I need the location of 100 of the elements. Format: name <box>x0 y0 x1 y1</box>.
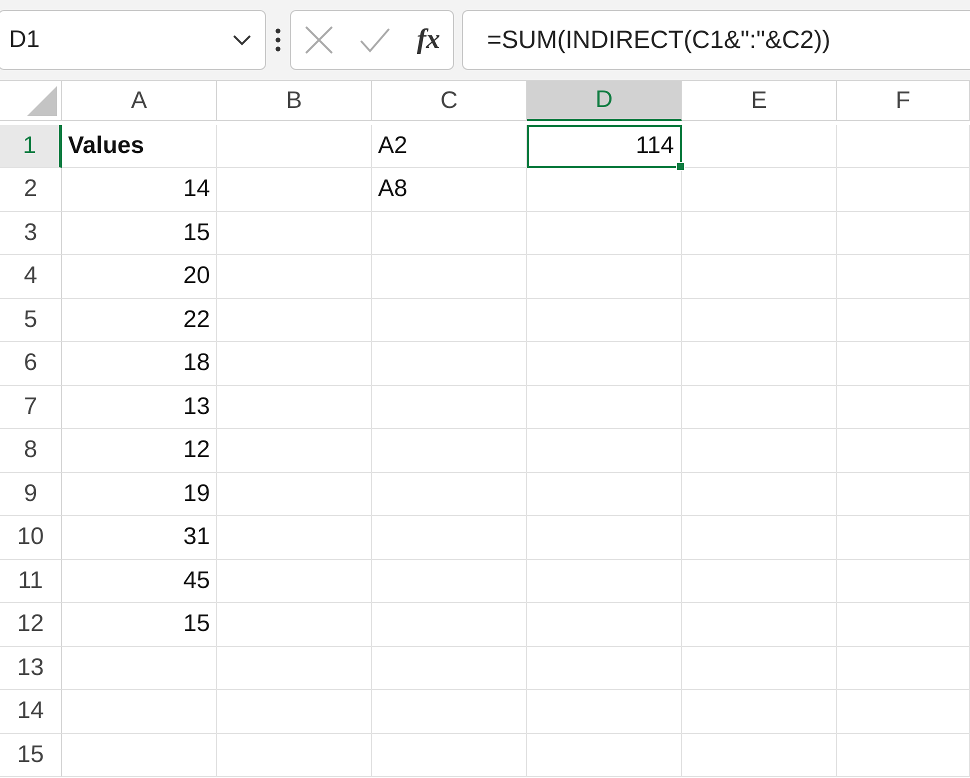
table-cell[interactable]: 31 <box>62 516 217 560</box>
row-header[interactable]: 7 <box>0 386 62 429</box>
table-cell[interactable]: 19 <box>62 472 217 516</box>
row-header[interactable]: 3 <box>0 212 62 255</box>
row-header[interactable]: 5 <box>0 298 62 342</box>
empty-cell[interactable] <box>837 516 970 560</box>
empty-cell[interactable] <box>837 560 970 603</box>
empty-cell[interactable] <box>217 690 372 734</box>
empty-cell[interactable] <box>682 560 837 603</box>
empty-cell[interactable] <box>527 429 682 472</box>
empty-cell[interactable] <box>62 734 217 777</box>
empty-cell[interactable] <box>217 472 372 516</box>
table-cell[interactable]: 45 <box>62 560 217 603</box>
table-cell[interactable]: 15 <box>62 603 217 646</box>
empty-cell[interactable] <box>682 429 837 472</box>
row-header[interactable]: 8 <box>0 429 62 472</box>
empty-cell[interactable] <box>372 603 527 646</box>
empty-cell[interactable] <box>372 734 527 777</box>
empty-cell[interactable] <box>682 690 837 734</box>
empty-cell[interactable] <box>372 516 527 560</box>
row-header[interactable]: 12 <box>0 603 62 646</box>
empty-cell[interactable] <box>217 298 372 342</box>
empty-cell[interactable] <box>837 168 970 212</box>
empty-cell[interactable] <box>62 646 217 690</box>
empty-cell[interactable] <box>527 342 682 386</box>
table-cell[interactable]: A2 <box>372 124 527 168</box>
formula-field[interactable]: =SUM(INDIRECT(C1&":"&C2)) <box>462 10 970 70</box>
empty-cell[interactable] <box>837 212 970 255</box>
empty-cell[interactable] <box>217 212 372 255</box>
empty-cell[interactable] <box>527 255 682 298</box>
empty-cell[interactable] <box>837 255 970 298</box>
table-cell[interactable]: 22 <box>62 298 217 342</box>
empty-cell[interactable] <box>682 255 837 298</box>
table-cell[interactable]: 18 <box>62 342 217 386</box>
table-cell[interactable]: 14 <box>62 168 217 212</box>
empty-cell[interactable] <box>527 516 682 560</box>
empty-cell[interactable] <box>682 168 837 212</box>
select-all-icon[interactable] <box>27 86 57 116</box>
empty-cell[interactable] <box>217 124 372 168</box>
empty-cell[interactable] <box>837 472 970 516</box>
empty-cell[interactable] <box>837 734 970 777</box>
empty-cell[interactable] <box>217 168 372 212</box>
column-header[interactable]: B <box>217 81 372 121</box>
empty-cell[interactable] <box>527 212 682 255</box>
empty-cell[interactable] <box>217 603 372 646</box>
empty-cell[interactable] <box>372 212 527 255</box>
empty-cell[interactable] <box>372 690 527 734</box>
row-header[interactable]: 10 <box>0 516 62 560</box>
empty-cell[interactable] <box>527 690 682 734</box>
empty-cell[interactable] <box>527 386 682 429</box>
check-icon[interactable] <box>359 27 392 53</box>
empty-cell[interactable] <box>682 734 837 777</box>
empty-cell[interactable] <box>682 516 837 560</box>
empty-cell[interactable] <box>372 342 527 386</box>
empty-cell[interactable] <box>837 646 970 690</box>
empty-cell[interactable] <box>217 429 372 472</box>
empty-cell[interactable] <box>217 386 372 429</box>
table-cell[interactable]: 13 <box>62 386 217 429</box>
table-cell[interactable]: 15 <box>62 212 217 255</box>
empty-cell[interactable] <box>217 560 372 603</box>
empty-cell[interactable] <box>837 690 970 734</box>
empty-cell[interactable] <box>837 603 970 646</box>
empty-cell[interactable] <box>62 690 217 734</box>
name-box[interactable]: D1 <box>0 10 266 70</box>
empty-cell[interactable] <box>527 646 682 690</box>
row-header[interactable]: 4 <box>0 255 62 298</box>
empty-cell[interactable] <box>682 298 837 342</box>
table-cell[interactable]: Values <box>62 124 217 168</box>
empty-cell[interactable] <box>527 603 682 646</box>
empty-cell[interactable] <box>372 646 527 690</box>
empty-cell[interactable] <box>372 255 527 298</box>
empty-cell[interactable] <box>372 429 527 472</box>
table-cell[interactable]: 12 <box>62 429 217 472</box>
row-header[interactable]: 11 <box>0 560 62 603</box>
empty-cell[interactable] <box>217 734 372 777</box>
empty-cell[interactable] <box>217 516 372 560</box>
chevron-down-icon[interactable] <box>233 34 251 46</box>
empty-cell[interactable] <box>527 734 682 777</box>
empty-cell[interactable] <box>372 386 527 429</box>
row-header[interactable]: 13 <box>0 646 62 690</box>
table-cell[interactable]: 114 <box>527 124 682 168</box>
empty-cell[interactable] <box>682 342 837 386</box>
row-header[interactable]: 1 <box>0 124 62 168</box>
row-header[interactable]: 14 <box>0 690 62 734</box>
empty-cell[interactable] <box>837 429 970 472</box>
row-header[interactable]: 9 <box>0 472 62 516</box>
fill-handle[interactable] <box>676 162 685 171</box>
empty-cell[interactable] <box>527 168 682 212</box>
row-header[interactable]: 15 <box>0 734 62 777</box>
empty-cell[interactable] <box>372 560 527 603</box>
column-header[interactable]: C <box>372 81 527 121</box>
more-icon[interactable] <box>274 28 282 52</box>
empty-cell[interactable] <box>682 212 837 255</box>
table-cell[interactable]: 20 <box>62 255 217 298</box>
empty-cell[interactable] <box>217 342 372 386</box>
row-header[interactable]: 6 <box>0 342 62 386</box>
empty-cell[interactable] <box>217 646 372 690</box>
empty-cell[interactable] <box>682 386 837 429</box>
empty-cell[interactable] <box>527 298 682 342</box>
close-icon[interactable] <box>304 25 334 55</box>
